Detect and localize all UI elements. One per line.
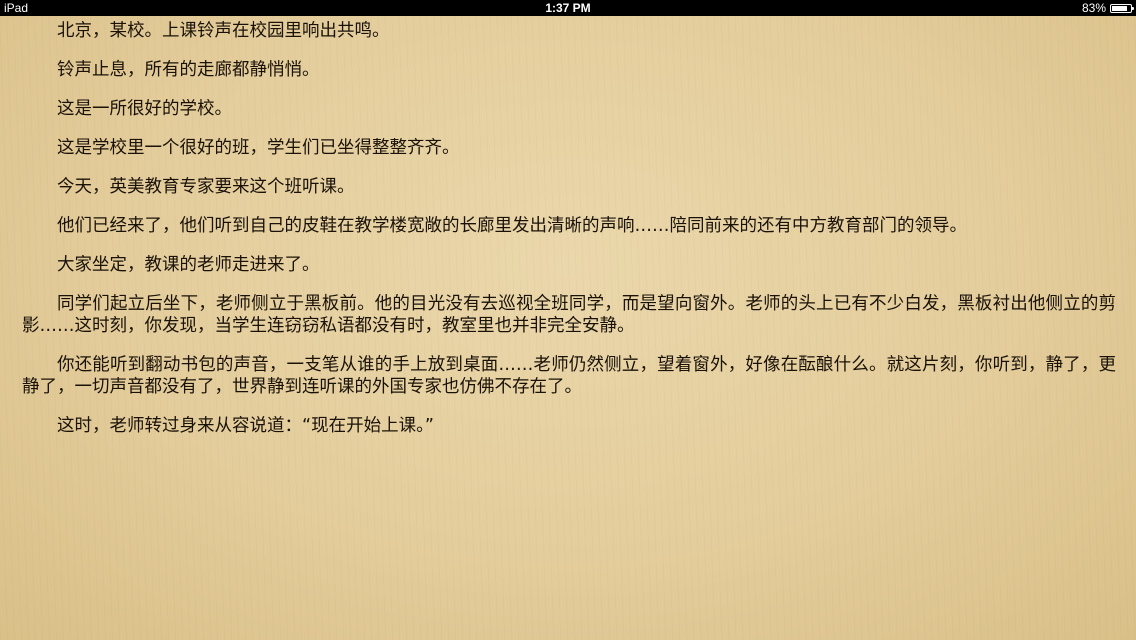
paragraph: 今天，英美教育专家要来这个班听课。: [57, 177, 355, 197]
ipad-screen: iPad 1:37 PM 83% 北京，某校。上课铃声在校园里响出共鸣。 铃声止…: [0, 0, 1136, 640]
clock: 1:37 PM: [545, 1, 591, 15]
paragraph: 北京，某校。上课铃声在校园里响出共鸣。: [57, 21, 390, 41]
paragraph: 大家坐定，教课的老师走进来了。: [57, 255, 320, 275]
paragraph: 这是一所很好的学校。: [57, 99, 232, 119]
reader-page[interactable]: 北京，某校。上课铃声在校园里响出共鸣。 铃声止息，所有的走廊都静悄悄。 这是一所…: [0, 16, 1136, 640]
status-bar: iPad 1:37 PM 83%: [0, 0, 1136, 16]
paragraph: 同学们起立后坐下，老师侧立于黑板前。他的目光没有去巡视全班同学，而是望向窗外。老…: [22, 294, 1116, 336]
paragraph: 这时，老师转过身来从容说道：“现在开始上课。”: [57, 416, 434, 436]
reader-content: 北京，某校。上课铃声在校园里响出共鸣。 铃声止息，所有的走廊都静悄悄。 这是一所…: [22, 20, 1116, 454]
paragraph: 他们已经来了，他们听到自己的皮鞋在教学楼宽敞的长廊里发出清晰的声响……陪同前来的…: [57, 216, 967, 236]
paragraph: 铃声止息，所有的走廊都静悄悄。: [57, 60, 320, 80]
battery-indicator: 83%: [1081, 0, 1134, 16]
battery-fill: [1112, 5, 1127, 11]
battery-icon: [1110, 3, 1134, 13]
paragraph: 你还能听到翻动书包的声音，一支笔从谁的手上放到桌面……老师仍然侧立，望着窗外，好…: [22, 355, 1116, 397]
battery-percent: 83%: [1081, 1, 1106, 15]
paragraph: 这是学校里一个很好的班，学生们已坐得整整齐齐。: [57, 138, 460, 158]
